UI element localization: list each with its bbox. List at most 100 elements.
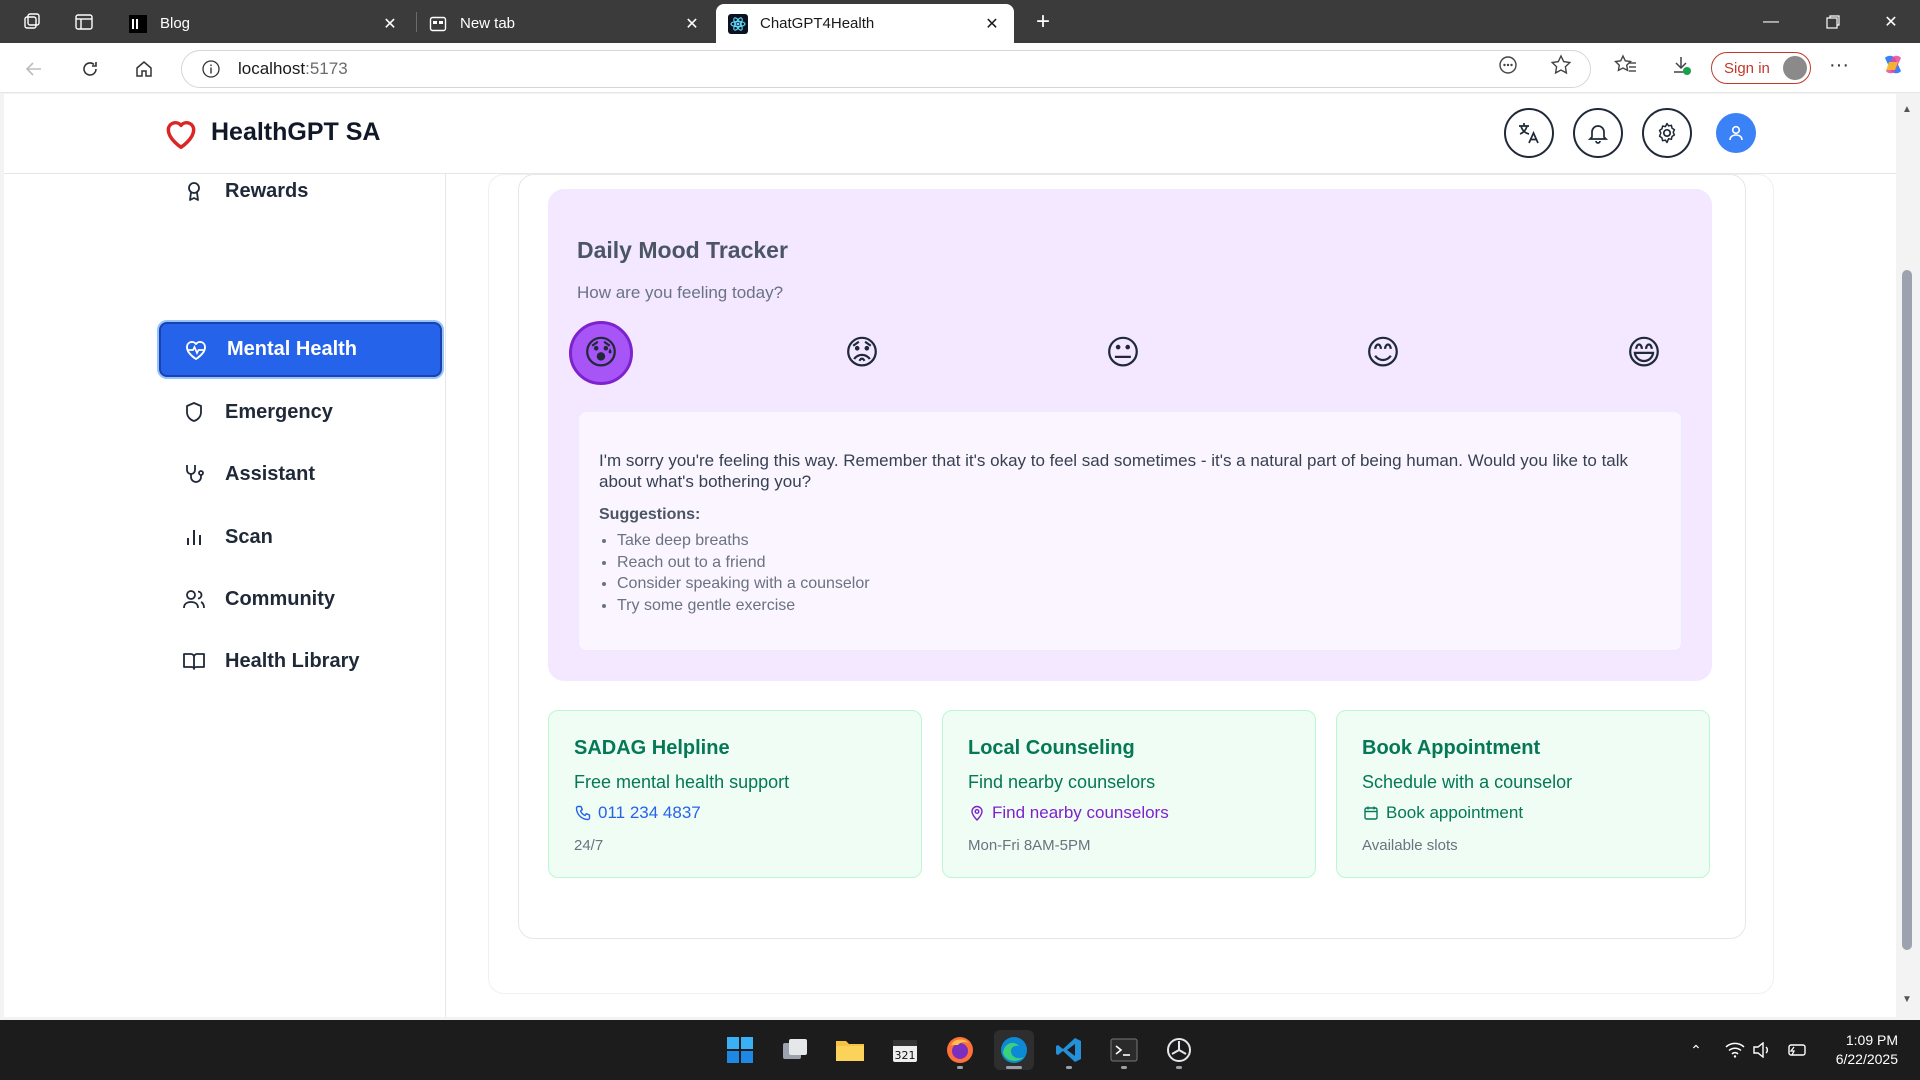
app-title: HealthGPT SA — [211, 118, 381, 146]
new-tab-plus-icon[interactable]: + — [1029, 8, 1057, 36]
bell-icon — [1587, 125, 1609, 144]
workspaces-icon[interactable] — [18, 8, 46, 36]
profile-avatar — [1783, 56, 1807, 80]
back-icon[interactable] — [16, 51, 52, 87]
web-page: HealthGPT SA Rewards Mental Health Emerg… — [4, 94, 1900, 1017]
refresh-icon[interactable] — [72, 51, 108, 87]
helpline-phone-link[interactable]: 011 234 4837 — [574, 803, 701, 823]
scroll-down-icon[interactable]: ▼ — [1902, 994, 1912, 1005]
close-tab-icon[interactable]: ✕ — [982, 14, 1002, 34]
sidebar-item-label: Health Library — [225, 649, 360, 672]
settings-button[interactable] — [1642, 108, 1692, 158]
mood-response-text: I'm sorry you're feeling this way. Remem… — [599, 451, 1629, 491]
mood-option-worried[interactable]: 😟 — [830, 321, 894, 385]
battery-icon[interactable] — [1784, 1038, 1808, 1062]
find-counselors-link[interactable]: Find nearby counselors — [968, 803, 1169, 823]
sidebar-item-rewards[interactable]: Rewards — [159, 165, 441, 217]
firefox-icon[interactable] — [940, 1030, 980, 1070]
list-item: Reach out to a friend — [617, 552, 870, 574]
translate-button[interactable] — [1504, 108, 1554, 158]
minimize-icon[interactable]: — — [1742, 0, 1800, 43]
mood-tracker-panel: Daily Mood Tracker How are you feeling t… — [548, 189, 1712, 681]
sidebar-item-emergency[interactable]: Emergency — [159, 386, 441, 438]
bar-chart-icon — [181, 524, 207, 550]
tab-new-tab[interactable]: New tab ✕ — [416, 4, 714, 43]
task-view-icon[interactable] — [775, 1030, 815, 1070]
mood-option-neutral[interactable]: 😐 — [1091, 321, 1155, 385]
clock-time: 1:09 PM — [1845, 1032, 1898, 1048]
users-icon — [181, 586, 207, 612]
sidebar-item-health-library[interactable]: Health Library — [159, 635, 441, 687]
restore-icon[interactable] — [1804, 0, 1862, 43]
sidebar-item-label: Community — [225, 587, 335, 610]
phone-icon — [574, 804, 592, 822]
sidebar-item-scan[interactable]: Scan — [159, 511, 441, 563]
favorites-icon[interactable] — [1611, 50, 1641, 80]
mood-option-very-happy[interactable]: 😄 — [1612, 321, 1676, 385]
tab-chatgpt4health[interactable]: ChatGPT4Health ✕ — [716, 4, 1014, 43]
vscode-icon[interactable] — [1049, 1030, 1089, 1070]
url-input[interactable]: localhost:5173 — [181, 50, 1591, 88]
blog-favicon-icon — [128, 14, 148, 34]
sidebar-item-community[interactable]: Community — [159, 573, 441, 625]
gear-icon — [1658, 122, 1676, 144]
resource-description: Find nearby counselors — [968, 772, 1156, 792]
read-aloud-icon[interactable] — [1493, 50, 1523, 80]
volume-icon[interactable] — [1750, 1038, 1774, 1062]
browser-titlebar: Blog ✕ New tab ✕ ChatGPT4Health ✕ + — ✕ — [0, 0, 1920, 43]
resource-description: Free mental health support — [574, 772, 790, 792]
more-options-icon[interactable]: ··· — [1824, 50, 1854, 80]
scroll-up-icon[interactable]: ▲ — [1902, 104, 1912, 115]
mood-prompt: How are you feeling today? — [577, 283, 784, 302]
sidebar-item-mental-health[interactable]: Mental Health — [159, 322, 442, 377]
site-info-icon[interactable] — [200, 58, 222, 80]
address-bar: localhost:5173 Sign in ··· — [0, 43, 1920, 93]
list-item: Try some gentle exercise — [617, 595, 870, 617]
sidebar: Rewards Mental Health Emergency Assistan… — [4, 174, 446, 1017]
wifi-icon[interactable] — [1723, 1038, 1747, 1062]
sign-in-button[interactable]: Sign in — [1711, 52, 1811, 84]
close-tab-icon[interactable]: ✕ — [380, 14, 400, 34]
close-window-icon[interactable]: ✕ — [1862, 0, 1920, 43]
sidebar-item-label: Rewards — [225, 179, 309, 202]
book-appointment-link[interactable]: Book appointment — [1362, 803, 1523, 823]
start-windows-icon[interactable] — [720, 1030, 760, 1070]
tab-title: New tab — [460, 15, 516, 32]
resource-note: Mon-Fri 8AM-5PM — [968, 837, 1091, 854]
sidebar-item-assistant[interactable]: Assistant — [159, 448, 441, 500]
calendar-icon — [1362, 804, 1380, 822]
tab-actions-icon[interactable] — [70, 8, 98, 36]
sidebar-item-label: Emergency — [225, 400, 333, 423]
page-scrollbar[interactable]: ▲ ▼ — [1896, 94, 1920, 1017]
user-avatar-button[interactable] — [1716, 113, 1756, 153]
calendar-app-icon[interactable]: 321 — [885, 1030, 925, 1070]
edge-browser-icon[interactable] — [994, 1030, 1034, 1070]
notifications-button[interactable] — [1573, 108, 1623, 158]
resource-title: SADAG Helpline — [574, 737, 730, 759]
terminal-icon[interactable] — [1104, 1030, 1144, 1070]
mood-option-happy[interactable]: 😊 — [1351, 321, 1415, 385]
copilot-icon[interactable] — [1878, 50, 1908, 80]
mood-response-box: I'm sorry you're feeling this way. Remem… — [578, 411, 1682, 651]
resource-card-sadag: SADAG Helpline Free mental health suppor… — [548, 710, 922, 878]
chevron-up-icon[interactable]: ⌃ — [1684, 1038, 1708, 1062]
stethoscope-icon — [181, 461, 207, 487]
sidebar-item-label: Scan — [225, 525, 273, 548]
suggestions-title: Suggestions: — [599, 506, 701, 523]
downloads-icon[interactable] — [1666, 50, 1696, 80]
system-clock[interactable]: 1:09 PM 6/22/2025 — [1822, 1031, 1898, 1069]
home-icon[interactable] — [126, 51, 162, 87]
mood-option-anxious[interactable]: 😰 — [569, 321, 633, 385]
close-tab-icon[interactable]: ✕ — [682, 14, 702, 34]
tab-blog[interactable]: Blog ✕ — [116, 4, 412, 43]
scrollbar-thumb[interactable] — [1902, 270, 1912, 950]
shield-icon — [181, 399, 207, 425]
translate-icon — [1519, 123, 1539, 144]
file-explorer-icon[interactable] — [830, 1030, 870, 1070]
react-favicon-icon — [728, 13, 748, 34]
book-open-icon — [181, 648, 207, 674]
new-tab-favicon-icon — [428, 14, 448, 34]
sidebar-item-label: Assistant — [225, 462, 316, 485]
chatgpt-app-icon[interactable] — [1159, 1030, 1199, 1070]
favorite-star-icon[interactable] — [1546, 50, 1576, 80]
